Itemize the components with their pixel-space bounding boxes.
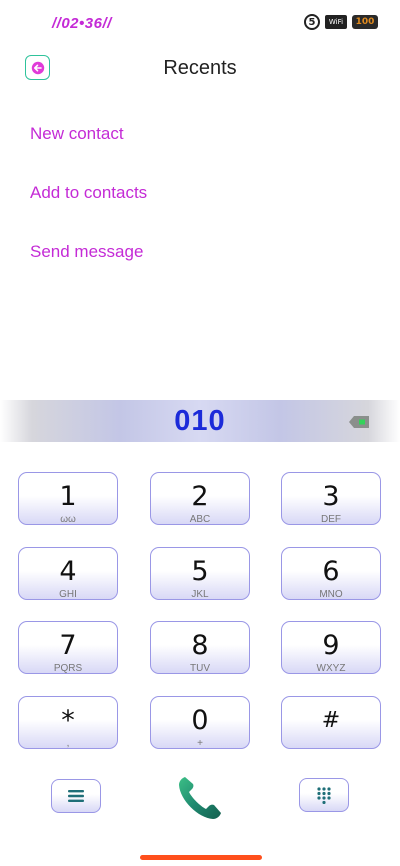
key-letters: MNO <box>319 589 343 600</box>
number-display: 010 <box>0 400 400 442</box>
backspace-icon[interactable] <box>348 415 370 429</box>
key-letters: DEF <box>321 514 341 525</box>
key-7[interactable]: 7 PQRS <box>18 621 118 674</box>
menu-icon <box>68 790 84 802</box>
key-digit: 2 <box>191 481 209 512</box>
key-3[interactable]: 3 DEF <box>281 472 381 525</box>
key-letters: PQRS <box>53 663 83 674</box>
header: Recents <box>0 44 400 92</box>
nav-handle[interactable] <box>140 855 262 860</box>
key-letters: , <box>66 738 70 749</box>
status-icons: 5 WiFi 100 <box>304 14 378 30</box>
status-bar: //02•36// 5 WiFi 100 <box>0 0 400 44</box>
key-letters: JKL <box>191 589 209 600</box>
key-digit: 6 <box>322 556 340 587</box>
key-digit: 8 <box>191 630 209 661</box>
key-6[interactable]: 6 MNO <box>281 547 381 600</box>
key-star[interactable]: * , <box>18 696 118 749</box>
page-title: Recents <box>163 57 237 79</box>
key-letters: WXYZ <box>316 663 346 674</box>
dialed-number: 010 <box>174 405 226 437</box>
key-hash[interactable]: # <box>281 696 381 749</box>
new-contact-link[interactable]: New contact <box>30 124 124 144</box>
key-letters: TUV <box>190 663 210 674</box>
key-9[interactable]: 9 WXYZ <box>281 621 381 674</box>
battery-icon: 100 <box>352 15 378 29</box>
key-1[interactable]: 1 ωω <box>18 472 118 525</box>
send-message-link[interactable]: Send message <box>30 242 143 262</box>
key-2[interactable]: 2 ABC <box>150 472 250 525</box>
key-digit: 5 <box>191 556 209 587</box>
key-digit: * <box>61 705 75 736</box>
key-5[interactable]: 5 JKL <box>150 547 250 600</box>
key-8[interactable]: 8 TUV <box>150 621 250 674</box>
key-digit: 0 <box>191 705 209 736</box>
key-letters: ωω <box>60 514 76 525</box>
sim-5-icon: 5 <box>304 14 320 30</box>
key-letters: GHI <box>59 589 77 600</box>
phone-icon <box>179 777 221 819</box>
key-digit: # <box>321 708 341 733</box>
add-to-contacts-link[interactable]: Add to contacts <box>30 183 147 203</box>
key-letters: + <box>197 738 203 749</box>
menu-button[interactable] <box>51 779 101 813</box>
key-digit: 4 <box>59 556 77 587</box>
key-letters: ABC <box>189 514 211 525</box>
status-time: //02•36// <box>52 15 112 32</box>
call-button[interactable] <box>176 774 224 822</box>
dialpad-icon <box>317 787 331 804</box>
key-4[interactable]: 4 GHI <box>18 547 118 600</box>
key-digit: 3 <box>322 481 340 512</box>
key-digit: 1 <box>59 481 77 512</box>
wifi-icon: WiFi <box>325 15 347 29</box>
key-digit: 9 <box>322 630 340 661</box>
key-digit: 7 <box>59 630 77 661</box>
dialpad-button[interactable] <box>299 778 349 812</box>
key-0[interactable]: 0 + <box>150 696 250 749</box>
